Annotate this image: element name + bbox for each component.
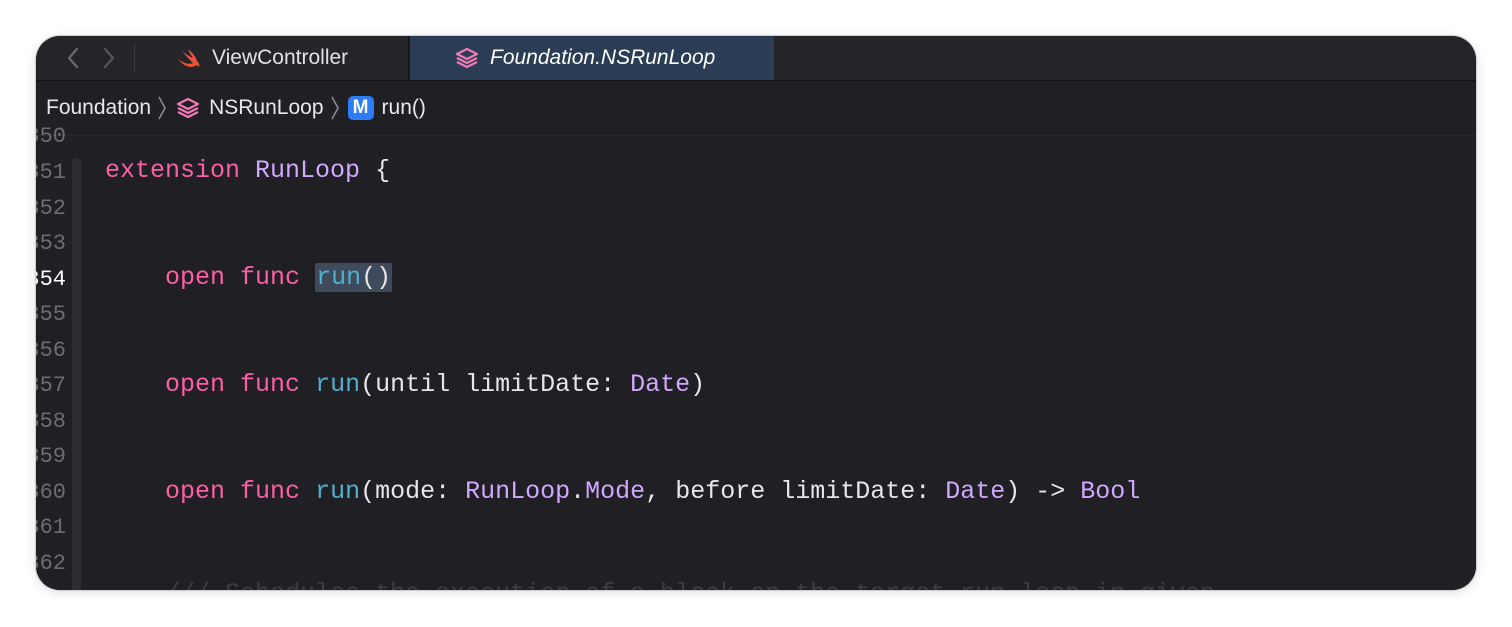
- breadcrumb: Foundation NSRunLoop M run(): [36, 81, 1476, 136]
- method-icon: M: [347, 96, 374, 120]
- breadcrumb-item-foundation[interactable]: Foundation: [46, 96, 151, 120]
- chevron-left-icon: [67, 47, 79, 69]
- chevron-right-icon: [330, 95, 340, 121]
- code-editor[interactable]: 350 351 352 353 354 355 356 357 358 359 …: [36, 124, 1476, 590]
- tab-viewcontroller[interactable]: ViewController: [176, 36, 408, 80]
- breadcrumb-item-run[interactable]: M run(): [347, 96, 426, 120]
- stack-icon: [454, 46, 480, 70]
- line-number: 351: [36, 160, 66, 185]
- tab-label: Foundation.NSRunLoop: [490, 46, 716, 69]
- code-comment-line: /// Schedules the execution of a block o…: [105, 576, 1215, 590]
- line-number: 356: [36, 338, 66, 363]
- line-number: 360: [36, 480, 66, 505]
- breadcrumb-item-nsrunloop[interactable]: NSRunLoop: [175, 96, 324, 120]
- tab-label: ViewController: [212, 46, 349, 69]
- code-line: open func run(until limitDate: Date): [165, 370, 706, 399]
- line-number: 359: [36, 444, 66, 469]
- code-folding-ribbon[interactable]: [72, 158, 81, 590]
- line-number: 350: [36, 124, 66, 149]
- chevron-right-icon: [157, 95, 167, 121]
- chevron-right-icon: [103, 47, 115, 69]
- line-number-gutter: 350 351 352 353 354 355 356 357 358 359 …: [36, 124, 70, 590]
- tab-divider: [134, 44, 135, 72]
- code-line: open func run(mode: RunLoop.Mode, before…: [165, 477, 1141, 506]
- line-number: 355: [36, 302, 66, 327]
- back-button[interactable]: [58, 41, 88, 75]
- code-line: extension RunLoop {: [105, 156, 391, 185]
- breadcrumb-label: run(): [381, 96, 426, 119]
- line-number: 361: [36, 515, 66, 540]
- line-number: 358: [36, 409, 66, 434]
- line-number: 362: [36, 551, 66, 576]
- tab-foundation-nsrunloop[interactable]: Foundation.NSRunLoop: [410, 36, 774, 80]
- line-number: 352: [36, 196, 66, 221]
- line-number-active: 354: [36, 267, 66, 292]
- selected-symbol[interactable]: run(): [315, 263, 393, 292]
- forward-button[interactable]: [94, 41, 124, 75]
- code-line: open func run(): [165, 263, 393, 292]
- xcode-editor-window: ViewController Foundation.NSRunLoop Foun…: [36, 36, 1476, 590]
- tab-bar: ViewController Foundation.NSRunLoop: [36, 36, 1476, 81]
- line-number: 353: [36, 231, 66, 256]
- stack-icon: [175, 96, 201, 120]
- breadcrumb-label: Foundation: [46, 96, 152, 119]
- line-number: 357: [36, 373, 66, 398]
- breadcrumb-label: NSRunLoop: [209, 96, 324, 119]
- swift-icon: [176, 47, 202, 69]
